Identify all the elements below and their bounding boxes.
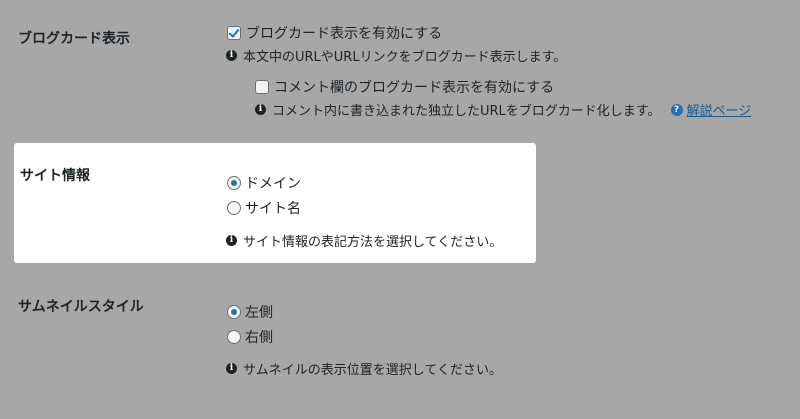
blogcard-comment-description: i コメント内に書き込まれた独立したURLをブログカード化します。 ? 解説ペー… bbox=[255, 100, 751, 119]
thumbnail-style-description: i サムネイルの表示位置を選択してください。 bbox=[226, 359, 502, 378]
site-info-option-domain-label: ドメイン bbox=[245, 176, 301, 192]
site-info-setting-label: サイト情報 bbox=[20, 168, 90, 184]
info-icon: i bbox=[226, 235, 237, 246]
info-icon: i bbox=[226, 363, 237, 374]
thumbnail-option-left[interactable]: 左側 bbox=[227, 302, 273, 322]
blogcard-comment-option[interactable]: コメント欄のブログカード表示を有効にする bbox=[255, 77, 554, 97]
site-info-option-sitename-label: サイト名 bbox=[245, 201, 301, 217]
thumbnail-radio-left[interactable] bbox=[227, 305, 241, 319]
blogcard-enable-desc-text: 本文中のURLやURLリンクをブログカード表示します。 bbox=[243, 50, 567, 65]
blogcard-comment-label: コメント欄のブログカード表示を有効にする bbox=[274, 80, 555, 96]
site-info-desc-text: サイト情報の表記方法を選択してください。 bbox=[243, 235, 503, 250]
help-page-link[interactable]: 解説ページ bbox=[687, 100, 752, 119]
question-icon[interactable]: ? bbox=[670, 103, 683, 116]
thumbnail-option-right[interactable]: 右側 bbox=[227, 327, 273, 347]
blogcard-comment-desc-text: コメント内に書き込まれた独立したURLをブログカード化します。 bbox=[272, 104, 661, 119]
site-info-radio-domain[interactable] bbox=[227, 176, 241, 190]
info-icon: i bbox=[255, 104, 266, 115]
blogcard-enable-label: ブログカード表示を有効にする bbox=[246, 26, 443, 42]
thumbnail-style-setting-label: サムネイルスタイル bbox=[18, 299, 144, 315]
thumbnail-style-desc-text: サムネイルの表示位置を選択してください。 bbox=[243, 363, 502, 378]
site-info-option-domain[interactable]: ドメイン bbox=[227, 173, 301, 193]
thumbnail-option-left-label: 左側 bbox=[245, 305, 273, 321]
blogcard-setting-label: ブログカード表示 bbox=[18, 31, 130, 47]
blogcard-enable-description: i 本文中のURLやURLリンクをブログカード表示します。 bbox=[226, 46, 566, 65]
blogcard-enable-checkbox[interactable] bbox=[227, 26, 241, 40]
thumbnail-radio-right[interactable] bbox=[227, 330, 241, 344]
thumbnail-option-right-label: 右側 bbox=[245, 330, 273, 346]
site-info-option-sitename[interactable]: サイト名 bbox=[227, 198, 301, 218]
info-icon: i bbox=[226, 50, 237, 61]
site-info-radio-sitename[interactable] bbox=[227, 201, 241, 215]
blogcard-enable-option[interactable]: ブログカード表示を有効にする bbox=[227, 23, 442, 43]
site-info-description: i サイト情報の表記方法を選択してください。 bbox=[226, 231, 502, 250]
blogcard-comment-checkbox[interactable] bbox=[255, 80, 269, 94]
